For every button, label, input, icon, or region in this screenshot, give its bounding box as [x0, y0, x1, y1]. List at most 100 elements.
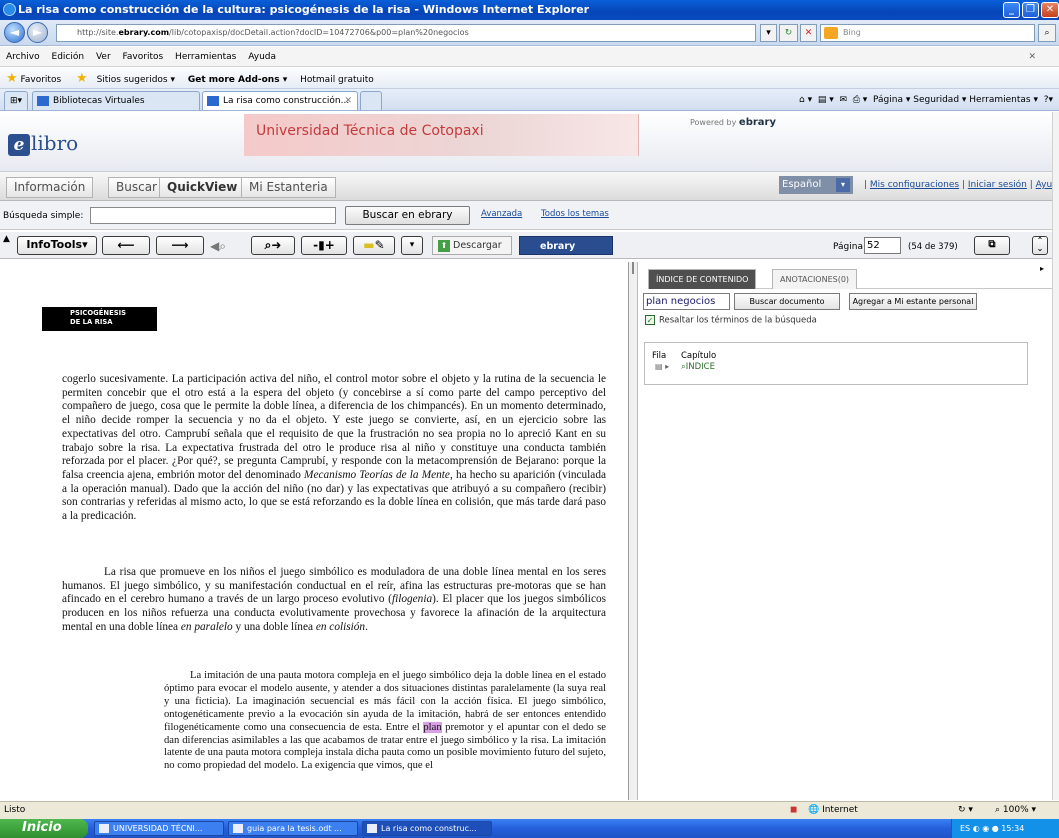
- highlighter-button[interactable]: ▬✎: [353, 236, 395, 255]
- favorites-bar: ★ Favoritos ★ Sitios sugeridos ▾ Get mor…: [0, 68, 1059, 89]
- bing-icon: [824, 27, 838, 39]
- link-configuraciones[interactable]: Mis configuraciones: [870, 180, 959, 190]
- menu-archivo[interactable]: Archivo: [6, 52, 40, 62]
- download-icon: ⬆: [438, 240, 450, 252]
- stop-icon[interactable]: ✕: [800, 24, 817, 42]
- tab-bibliotecas[interactable]: Bibliotecas Virtuales: [32, 91, 200, 110]
- advanced-search-link[interactable]: Avanzada: [481, 209, 522, 219]
- toc-col-capitulo: Capítulo: [681, 351, 717, 361]
- search-box[interactable]: Bing: [820, 24, 1035, 42]
- next-page-button[interactable]: ⟶: [156, 236, 204, 255]
- status-bar: Listo ◼ 🌐 Internet ↻ ▾ ⌕ 100% ▾: [0, 801, 1059, 819]
- tab-la-risa[interactable]: La risa como construcción... ✕: [202, 91, 358, 110]
- task-universidad[interactable]: UNIVERSIDAD TÉCNI...: [94, 821, 224, 836]
- nav-quickview[interactable]: QuickView: [159, 177, 246, 198]
- search-icon[interactable]: ⌕: [1038, 24, 1056, 42]
- page-scrollbar[interactable]: [1052, 112, 1059, 800]
- search-highlight: plan: [423, 721, 442, 733]
- collapse-icon[interactable]: ▲: [3, 234, 10, 244]
- new-tab-button[interactable]: [360, 91, 382, 110]
- simple-search-label: Búsqueda simple:: [3, 211, 84, 221]
- language-indicator[interactable]: ES: [960, 824, 970, 833]
- more-tools-button[interactable]: ▾: [401, 236, 423, 255]
- page-count: (54 de 379): [908, 242, 958, 252]
- window-title: La risa como construcción de la cultura:…: [18, 3, 590, 16]
- tab-anotaciones[interactable]: ANOTACIONES(0): [772, 269, 858, 289]
- doc-paragraph-3: La imitación de una pauta motora complej…: [164, 670, 606, 772]
- address-bar: ◄ ► http://site.ebrary.com/lib/cotopaxis…: [0, 20, 1059, 46]
- ebrary-reader-button[interactable]: ebrary Reader: [519, 236, 613, 271]
- panel-splitter[interactable]: [628, 262, 638, 800]
- download-button[interactable]: ⬆ Descargar: [432, 236, 512, 255]
- menu-favoritos[interactable]: Favoritos: [123, 52, 164, 62]
- prev-page-button[interactable]: ⟵: [102, 236, 150, 255]
- maximize-button[interactable]: ❐: [1022, 2, 1039, 18]
- taskbar: Inicio UNIVERSIDAD TÉCNI... guia para la…: [0, 819, 1059, 838]
- menu-herramientas[interactable]: Herramientas: [175, 52, 236, 62]
- protected-mode-icon[interactable]: ◼: [790, 802, 797, 819]
- nav-buscar[interactable]: Buscar: [108, 177, 165, 198]
- chevron-down-icon[interactable]: ▾: [836, 178, 850, 192]
- toolbar-scroll-icon[interactable]: ⌃ ⌄: [1032, 236, 1048, 255]
- doc-paragraph-2: La risa que promueve en los niños el jue…: [62, 566, 606, 633]
- window-title-bar: La risa como construcción de la cultura:…: [0, 0, 1059, 20]
- ebrary-nav: Información Buscar QuickView Mi Estanter…: [0, 172, 1059, 201]
- forward-button[interactable]: ►: [27, 22, 48, 43]
- url-dropdown-icon[interactable]: ▾: [760, 24, 777, 42]
- status-text: Listo: [4, 805, 26, 815]
- zoom-out-icon[interactable]: ◀⌕: [210, 239, 226, 254]
- search-ebrary-button[interactable]: Buscar en ebrary: [345, 206, 470, 225]
- close-menu-icon[interactable]: ✕: [1028, 47, 1036, 67]
- all-topics-link[interactable]: Todos los temas: [541, 209, 609, 219]
- document-icon: [233, 824, 243, 833]
- task-guia-tesis[interactable]: guia para la tesis.odt ...: [228, 821, 358, 836]
- favorites-star-icon[interactable]: ★: [6, 71, 18, 86]
- start-button[interactable]: Inicio: [0, 819, 88, 838]
- reader-toolbar: ▲ InfoTools▾ ⟵ ⟶ ◀⌕ ⌕➜ -▮+ ▬✎ ▾ ⬆ Descarg…: [0, 232, 1052, 271]
- menu-ayuda[interactable]: Ayuda: [248, 52, 276, 62]
- internet-zone: 🌐 Internet: [808, 805, 858, 815]
- zoom-level[interactable]: ⌕ 100% ▾: [995, 802, 1036, 819]
- toc-col-fila: Fila: [652, 351, 667, 361]
- tray-icons[interactable]: ◐ ◉ ●: [973, 824, 999, 833]
- command-bar[interactable]: ⌂ ▾ ▤ ▾ ✉ ⎙ ▾ Página ▾ Seguridad ▾ Herra…: [799, 92, 1053, 108]
- document-search-input[interactable]: plan negocios: [643, 293, 730, 310]
- system-tray: ES ◐ ◉ ● 15:34: [951, 819, 1059, 838]
- close-window-button[interactable]: ✕: [1041, 2, 1059, 18]
- infotools-button[interactable]: InfoTools▾: [17, 236, 97, 255]
- add-to-shelf-button[interactable]: Agregar a Mi estante personal: [849, 293, 977, 310]
- nav-mi-estanteria[interactable]: Mi Estanteria: [241, 177, 336, 198]
- ebrary-header: e libro Universidad Técnica de Cotopaxi P…: [0, 112, 1052, 172]
- task-la-risa[interactable]: La risa como construc...: [362, 821, 492, 836]
- add-favorite-icon[interactable]: ★: [76, 71, 88, 86]
- fit-page-button[interactable]: ⧉: [974, 236, 1010, 255]
- refresh-icon[interactable]: ↻: [779, 24, 798, 42]
- menu-edicion[interactable]: Edición: [52, 52, 85, 62]
- favorites-label[interactable]: Favoritos: [21, 75, 62, 85]
- tab-indice[interactable]: ÍNDICE DE CONTENIDO: [648, 269, 757, 289]
- page-add-button[interactable]: -▮+: [301, 236, 347, 255]
- row-handle-icon[interactable]: ▤ ▸: [655, 362, 669, 371]
- toc-table: Fila Capítulo ▤ ▸ ⌕INDICE: [644, 342, 1028, 385]
- quick-tabs-icon[interactable]: ⊞▾: [4, 91, 28, 110]
- fav-sitios[interactable]: Sitios sugeridos ▾: [97, 75, 175, 85]
- link-iniciar-sesion[interactable]: Iniciar sesión: [968, 180, 1027, 190]
- simple-search-input[interactable]: [90, 207, 336, 224]
- elibro-logo[interactable]: e libro: [8, 131, 78, 156]
- minimize-button[interactable]: _: [1003, 2, 1020, 18]
- search-document-button[interactable]: Buscar documento: [734, 293, 840, 310]
- toc-item-indice[interactable]: ⌕INDICE: [681, 362, 715, 372]
- nav-informacion[interactable]: Información: [6, 177, 94, 198]
- fav-hotmail[interactable]: Hotmail gratuito: [300, 75, 374, 85]
- university-banner: Universidad Técnica de Cotopaxi: [244, 114, 639, 156]
- highlight-terms-checkbox[interactable]: ✓: [645, 315, 655, 325]
- fav-addons[interactable]: Get more Add-ons ▾: [188, 75, 287, 85]
- security-icon[interactable]: ↻ ▾: [958, 802, 973, 819]
- close-tab-icon[interactable]: ✕: [344, 92, 352, 110]
- back-button[interactable]: ◄: [4, 22, 25, 43]
- clock: 15:34: [1001, 824, 1025, 833]
- page-number-input[interactable]: 52: [864, 237, 901, 254]
- find-next-button[interactable]: ⌕➜: [251, 236, 295, 255]
- menu-ver[interactable]: Ver: [96, 52, 111, 62]
- url-input[interactable]: http://site.ebrary.com/lib/cotopaxisp/do…: [56, 24, 756, 42]
